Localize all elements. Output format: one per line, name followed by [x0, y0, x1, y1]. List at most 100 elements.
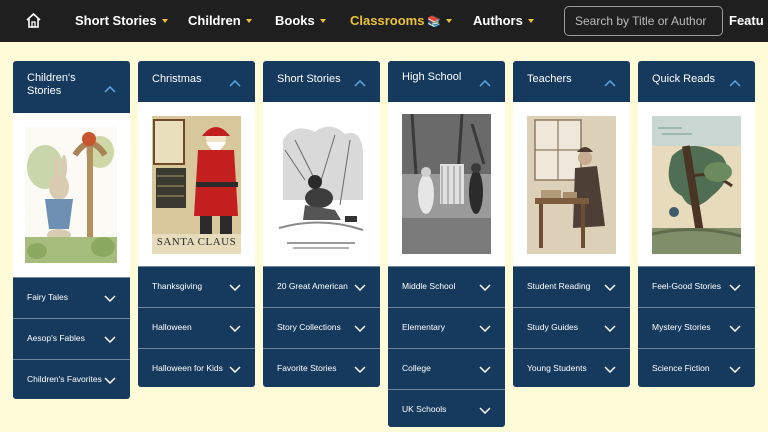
- column-title: High School: [402, 71, 462, 83]
- column-title: Teachers: [527, 73, 572, 85]
- column-image[interactable]: [513, 102, 630, 266]
- column-image[interactable]: [638, 102, 755, 266]
- menu-item[interactable]: Study Guides: [513, 307, 630, 348]
- column-header[interactable]: Children's Stories: [13, 61, 130, 113]
- chevron-down-icon: [161, 18, 168, 23]
- japanese-woodblock-print: [652, 116, 741, 254]
- chevron-down-icon: [527, 18, 534, 23]
- search-input[interactable]: [564, 6, 723, 36]
- home-icon[interactable]: [25, 12, 42, 29]
- chevron-down-icon: [479, 407, 491, 414]
- column-image[interactable]: [13, 113, 130, 277]
- menu-item[interactable]: UK Schools: [388, 389, 505, 425]
- chevron-down-icon: [729, 366, 741, 373]
- menu-item-label: Middle School: [402, 281, 456, 291]
- menu-item[interactable]: Mystery Stories: [638, 307, 755, 348]
- column-image[interactable]: [388, 102, 505, 266]
- chevron-down-icon: [229, 366, 241, 373]
- high-school-photo: [402, 114, 491, 254]
- menu-item-label: Elementary: [402, 322, 445, 332]
- peter-rabbit-illustration: [25, 127, 117, 263]
- chevron-up-icon[interactable]: [229, 80, 241, 87]
- category-short-stories: Short Stories 20 Great American Story Co…: [263, 61, 380, 387]
- column-header[interactable]: Teachers: [513, 61, 630, 102]
- chevron-up-icon[interactable]: [729, 80, 741, 87]
- menu-item[interactable]: 20 Great American: [263, 266, 380, 307]
- menu-item[interactable]: College: [388, 348, 505, 389]
- books-icon: 📚: [427, 16, 442, 28]
- column-title: Short Stories: [277, 73, 341, 85]
- column-image[interactable]: [263, 102, 380, 266]
- menu-item[interactable]: Student Reading: [513, 266, 630, 307]
- chevron-down-icon: [479, 284, 491, 291]
- nav-books[interactable]: Books: [275, 13, 326, 28]
- teacher-illustration: [527, 116, 616, 254]
- menu-item[interactable]: Middle School: [388, 266, 505, 307]
- menu-item-label: Aesop's Fables: [27, 333, 85, 343]
- nav-label: Featu: [729, 13, 764, 28]
- menu-item-label: Study Guides: [527, 322, 579, 332]
- menu-item-label: UK Schools: [402, 404, 447, 414]
- chevron-down-icon: [479, 366, 491, 373]
- menu-item[interactable]: Elementary: [388, 307, 505, 348]
- menu-item[interactable]: Science Fiction: [638, 348, 755, 384]
- category-teachers: Teachers Student Reading Study Guides Yo…: [513, 61, 630, 387]
- menu-item[interactable]: Young Students: [513, 348, 630, 384]
- chevron-down-icon: [229, 325, 241, 332]
- chevron-up-icon[interactable]: [354, 80, 366, 87]
- column-header[interactable]: Short Stories: [263, 61, 380, 102]
- chevron-down-icon: [229, 284, 241, 291]
- nav-label: Authors: [473, 13, 523, 28]
- column-image[interactable]: SANTA CLAUS: [138, 102, 255, 266]
- menu-item-label: Favorite Stories: [277, 363, 337, 373]
- chevron-up-icon[interactable]: [104, 86, 116, 93]
- column-header[interactable]: Quick Reads: [638, 61, 755, 102]
- column-header[interactable]: High School: [388, 61, 505, 102]
- nav-label: Short Stories: [75, 13, 157, 28]
- menu-item-label: Science Fiction: [652, 363, 710, 373]
- nav-authors[interactable]: Authors: [473, 13, 534, 28]
- menu-item[interactable]: Favorite Stories: [263, 348, 380, 384]
- menu-item-label: Fairy Tales: [27, 292, 68, 302]
- menu-item-label: Thanksgiving: [152, 281, 203, 291]
- menu-item-label: Mystery Stories: [652, 322, 711, 332]
- menu-item-label: Feel-Good Stories: [652, 281, 721, 291]
- menu-item-label: Student Reading: [527, 281, 591, 291]
- santa-claus-illustration: [152, 116, 241, 254]
- chevron-down-icon: [319, 18, 326, 23]
- chevron-down-icon: [479, 325, 491, 332]
- chevron-down-icon: [104, 295, 116, 302]
- menu-item[interactable]: Halloween for Kids: [138, 348, 255, 384]
- menu-item-label: Story Collections: [277, 322, 341, 332]
- chevron-down-icon: [729, 325, 741, 332]
- menu-item-label: Halloween for Kids: [152, 363, 223, 373]
- nav-label: Children: [188, 13, 241, 28]
- menu-item-label: 20 Great American: [277, 281, 348, 291]
- chevron-down-icon: [446, 18, 453, 23]
- nav-children[interactable]: Children: [188, 13, 252, 28]
- menu-item[interactable]: Aesop's Fables: [13, 318, 130, 359]
- category-christmas: Christmas SANTA CLAUS Thanksgiving Hallo…: [138, 61, 255, 387]
- chevron-up-icon[interactable]: [479, 80, 491, 87]
- menu-item-label: Young Students: [527, 363, 587, 373]
- menu-item[interactable]: Feel-Good Stories: [638, 266, 755, 307]
- chevron-up-icon[interactable]: [604, 80, 616, 87]
- menu-item-label: College: [402, 363, 431, 373]
- top-nav: Short Stories Children Books Classrooms 📚…: [0, 0, 768, 42]
- chevron-down-icon: [354, 284, 366, 291]
- menu-item[interactable]: Story Collections: [263, 307, 380, 348]
- image-caption: SANTA CLAUS: [156, 236, 237, 248]
- column-title: Christmas: [152, 73, 202, 85]
- nav-classrooms[interactable]: Classrooms 📚: [350, 13, 453, 28]
- nav-featured[interactable]: Featu: [729, 13, 764, 28]
- category-children-stories: Children's Stories Fairy Tales Aesop's F…: [13, 61, 130, 399]
- column-header[interactable]: Christmas: [138, 61, 255, 102]
- menu-item[interactable]: Thanksgiving: [138, 266, 255, 307]
- nav-short-stories[interactable]: Short Stories: [75, 13, 168, 28]
- chevron-down-icon: [354, 325, 366, 332]
- menu-item[interactable]: Fairy Tales: [13, 277, 130, 318]
- menu-item[interactable]: Halloween: [138, 307, 255, 348]
- menu-item[interactable]: Children's Favorites: [13, 359, 130, 399]
- menu-item-label: Children's Favorites: [27, 374, 102, 384]
- chevron-down-icon: [245, 18, 252, 23]
